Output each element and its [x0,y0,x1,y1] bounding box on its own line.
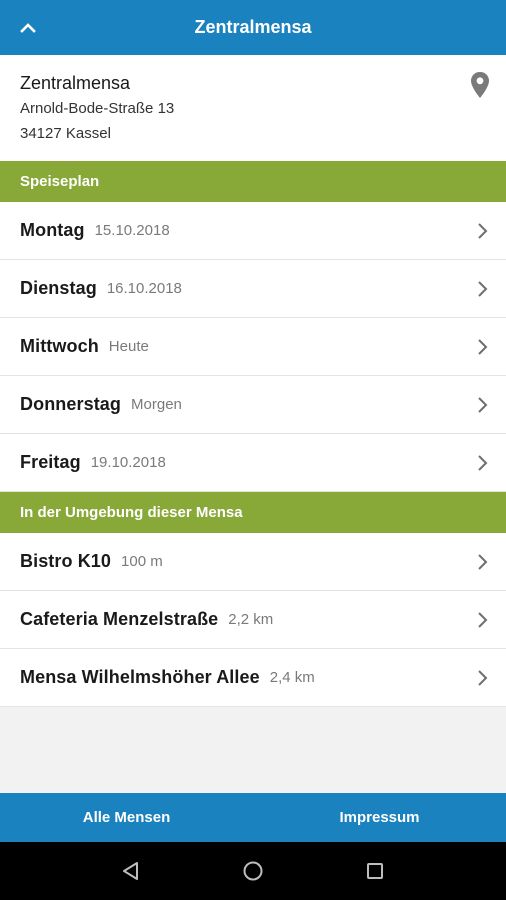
nearby-label: Cafeteria Menzelstraße [20,609,219,629]
page-title: Zentralmensa [194,17,312,37]
day-label: Mittwoch [20,336,99,356]
chevron-right-icon [478,455,488,471]
day-date: Morgen [131,396,182,413]
all-mensas-button[interactable]: Alle Mensen [0,793,253,842]
day-label: Montag [20,220,85,240]
day-date: 15.10.2018 [94,222,170,239]
day-label: Freitag [20,452,81,472]
day-row-freitag[interactable]: Freitag 19.10.2018 [0,434,506,492]
day-list: Montag 15.10.2018 Dienstag 16.10.2018 Mi… [0,202,506,492]
day-label: Donnerstag [20,394,122,414]
chevron-right-icon [478,554,488,570]
bottom-action-bar: Alle Mensen Impressum [0,793,506,842]
system-nav-bar [0,842,506,900]
nav-home-button[interactable] [241,859,265,883]
nearby-row-bistro-k10[interactable]: Bistro K10 100 m [0,533,506,591]
day-row-montag[interactable]: Montag 15.10.2018 [0,202,506,260]
mensa-name: Zentralmensa [20,73,131,93]
nearby-label: Bistro K10 [20,551,112,571]
day-row-donnerstag[interactable]: Donnerstag Morgen [0,376,506,434]
chevron-right-icon [478,612,488,628]
day-row-mittwoch[interactable]: Mittwoch Heute [0,318,506,376]
mensa-street: Arnold-Bode-Straße 13 [20,100,175,117]
day-date: Heute [108,338,149,355]
location-pin-icon[interactable] [470,71,490,99]
section-header-nearby: In der Umgebung dieser Mensa [0,492,506,533]
day-date: 19.10.2018 [90,454,166,471]
mensa-info-card: Zentralmensa Arnold-Bode-Straße 13 34127… [0,55,506,161]
chevron-right-icon [478,281,488,297]
chevron-right-icon [478,339,488,355]
collapse-button[interactable] [14,14,42,42]
nearby-label: Mensa Wilhelmshöher Allee [20,667,260,687]
chevron-right-icon [478,223,488,239]
circle-home-icon [243,861,263,881]
triangle-back-icon [123,862,138,880]
nearby-distance: 100 m [121,553,163,570]
nav-recents-button[interactable] [363,859,387,883]
day-row-dienstag[interactable]: Dienstag 16.10.2018 [0,260,506,318]
nav-back-button[interactable] [119,859,143,883]
nearby-distance: 2,4 km [269,669,315,686]
square-recents-icon [367,863,383,879]
mensa-city: 34127 Kassel [20,125,111,142]
nearby-row-mensa-wilhelmshoeher-allee[interactable]: Mensa Wilhelmshöher Allee 2,4 km [0,649,506,707]
nearby-list: Bistro K10 100 m Cafeteria Menzelstraße … [0,533,506,707]
app-bar: Zentralmensa [0,0,506,55]
section-header-speiseplan: Speiseplan [0,161,506,202]
chevron-right-icon [478,670,488,686]
impressum-button[interactable]: Impressum [253,793,506,842]
chevron-up-icon [20,23,36,33]
nearby-distance: 2,2 km [228,611,274,628]
day-label: Dienstag [20,278,97,298]
chevron-right-icon [478,397,488,413]
nearby-row-cafeteria-menzelstrasse[interactable]: Cafeteria Menzelstraße 2,2 km [0,591,506,649]
day-date: 16.10.2018 [106,280,182,297]
